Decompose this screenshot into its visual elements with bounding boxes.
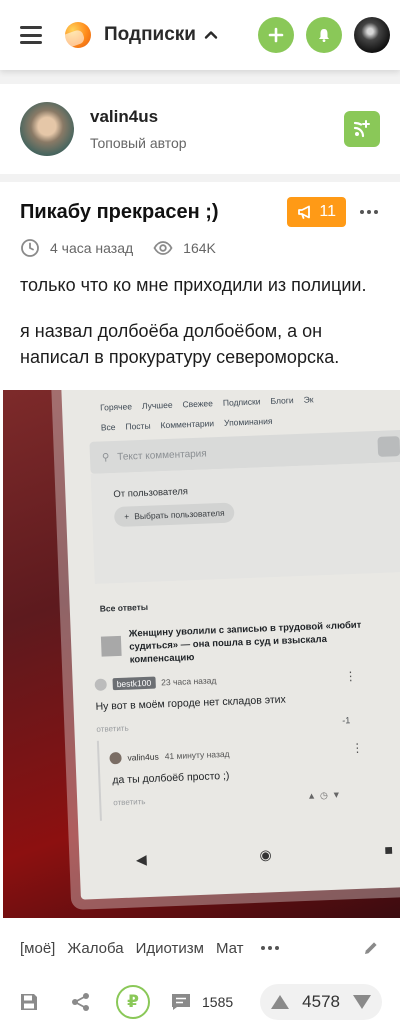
photo-all-answers: Все ответы bbox=[99, 601, 149, 614]
photo-filter-box: От пользователя + Выбрать пользователя bbox=[90, 461, 400, 584]
chevron-up-icon bbox=[204, 31, 218, 39]
megaphone-icon bbox=[298, 205, 311, 219]
story-paragraph: я назвал долбоёба долбоёбом, а он написа… bbox=[20, 321, 340, 367]
story-title[interactable]: Пикабу прекрасен ;) bbox=[20, 201, 219, 224]
story-more-button[interactable] bbox=[358, 204, 380, 220]
burger-menu-icon[interactable] bbox=[20, 26, 42, 44]
save-button[interactable] bbox=[18, 991, 40, 1013]
comments-count: 1585 bbox=[202, 994, 234, 1010]
story-paragraph: только что ко мне приходили из полиции. bbox=[20, 275, 367, 295]
pencil-icon[interactable] bbox=[362, 939, 380, 957]
notifications-button[interactable] bbox=[306, 17, 342, 53]
bell-icon bbox=[319, 29, 329, 42]
arrow-down-icon[interactable] bbox=[352, 994, 372, 1010]
section-dropdown[interactable]: Подписки bbox=[104, 24, 218, 46]
tags-more-button[interactable] bbox=[261, 946, 280, 950]
user-avatar[interactable] bbox=[354, 17, 390, 53]
story-meta: 4 часа назад 164K bbox=[0, 232, 400, 258]
share-button[interactable] bbox=[70, 991, 92, 1013]
rating-badge-value: 11 bbox=[319, 203, 336, 220]
vote-control: 4578 bbox=[260, 984, 382, 1020]
story-time: 4 часа назад bbox=[50, 240, 134, 256]
pikabu-logo[interactable] bbox=[60, 20, 92, 50]
share-icon bbox=[72, 993, 89, 1011]
eye-icon bbox=[153, 241, 173, 255]
tag-item[interactable]: Идиотизм bbox=[136, 940, 204, 957]
story-views: 164K bbox=[183, 240, 216, 256]
rating-badge[interactable]: 11 bbox=[287, 197, 346, 227]
subscribe-button[interactable] bbox=[344, 111, 380, 147]
arrow-up-icon[interactable] bbox=[270, 994, 290, 1010]
comment-icon bbox=[172, 994, 190, 1010]
photo-comment-1-head: bestk100 23 часа назад bbox=[94, 674, 217, 691]
add-post-button[interactable] bbox=[258, 17, 294, 53]
save-icon bbox=[21, 994, 37, 1010]
story-tags: [моё] Жалоба Идиотизм Мат bbox=[0, 934, 400, 962]
photo-nav-top: Горячее Лучшее Свежее Подписки Блоги Эк bbox=[99, 394, 314, 413]
subscribe-rss-icon bbox=[353, 120, 370, 138]
phone-screen-photo: Горячее Лучшее Свежее Подписки Блоги Эк Все… bbox=[61, 390, 400, 900]
tag-item[interactable]: [моё] bbox=[20, 940, 55, 957]
author-rank: Топовый автор bbox=[90, 135, 187, 151]
story-card: Пикабу прекрасен ;) 11 4 часа назад 164K… bbox=[0, 182, 400, 1025]
photo-nav-sub: Все Посты Комментарии Упоминания bbox=[100, 415, 273, 433]
clock-icon bbox=[21, 239, 39, 257]
story-score: 4578 bbox=[302, 992, 340, 1011]
author-avatar[interactable] bbox=[20, 102, 74, 156]
photo-post: Женщину уволили с записью в трудовой «лю… bbox=[100, 618, 392, 668]
photo-android-nav: ◀ ◉ ■ bbox=[135, 841, 394, 867]
photo-comment-1-text: Ну вот в моём городе нет складов этих bbox=[95, 693, 286, 713]
author-name[interactable]: valin4us bbox=[90, 107, 187, 127]
donate-button[interactable]: ₽ bbox=[116, 985, 150, 1019]
tag-item[interactable]: Мат bbox=[216, 940, 244, 957]
ruble-icon: ₽ bbox=[116, 985, 150, 1019]
plus-icon bbox=[268, 27, 284, 43]
story-image[interactable]: Горячее Лучшее Свежее Подписки Блоги Эк Все… bbox=[3, 390, 400, 918]
section-label: Подписки bbox=[104, 24, 196, 45]
story-text: только что ко мне приходили из полиции. … bbox=[0, 258, 400, 370]
story-actions: ₽ 1585 4578 bbox=[0, 982, 400, 1022]
author-card: valin4us Топовый автор bbox=[0, 84, 400, 174]
comments-button[interactable]: 1585 bbox=[170, 991, 233, 1013]
top-bar: Подписки bbox=[0, 0, 400, 70]
tag-item[interactable]: Жалоба bbox=[67, 940, 123, 957]
